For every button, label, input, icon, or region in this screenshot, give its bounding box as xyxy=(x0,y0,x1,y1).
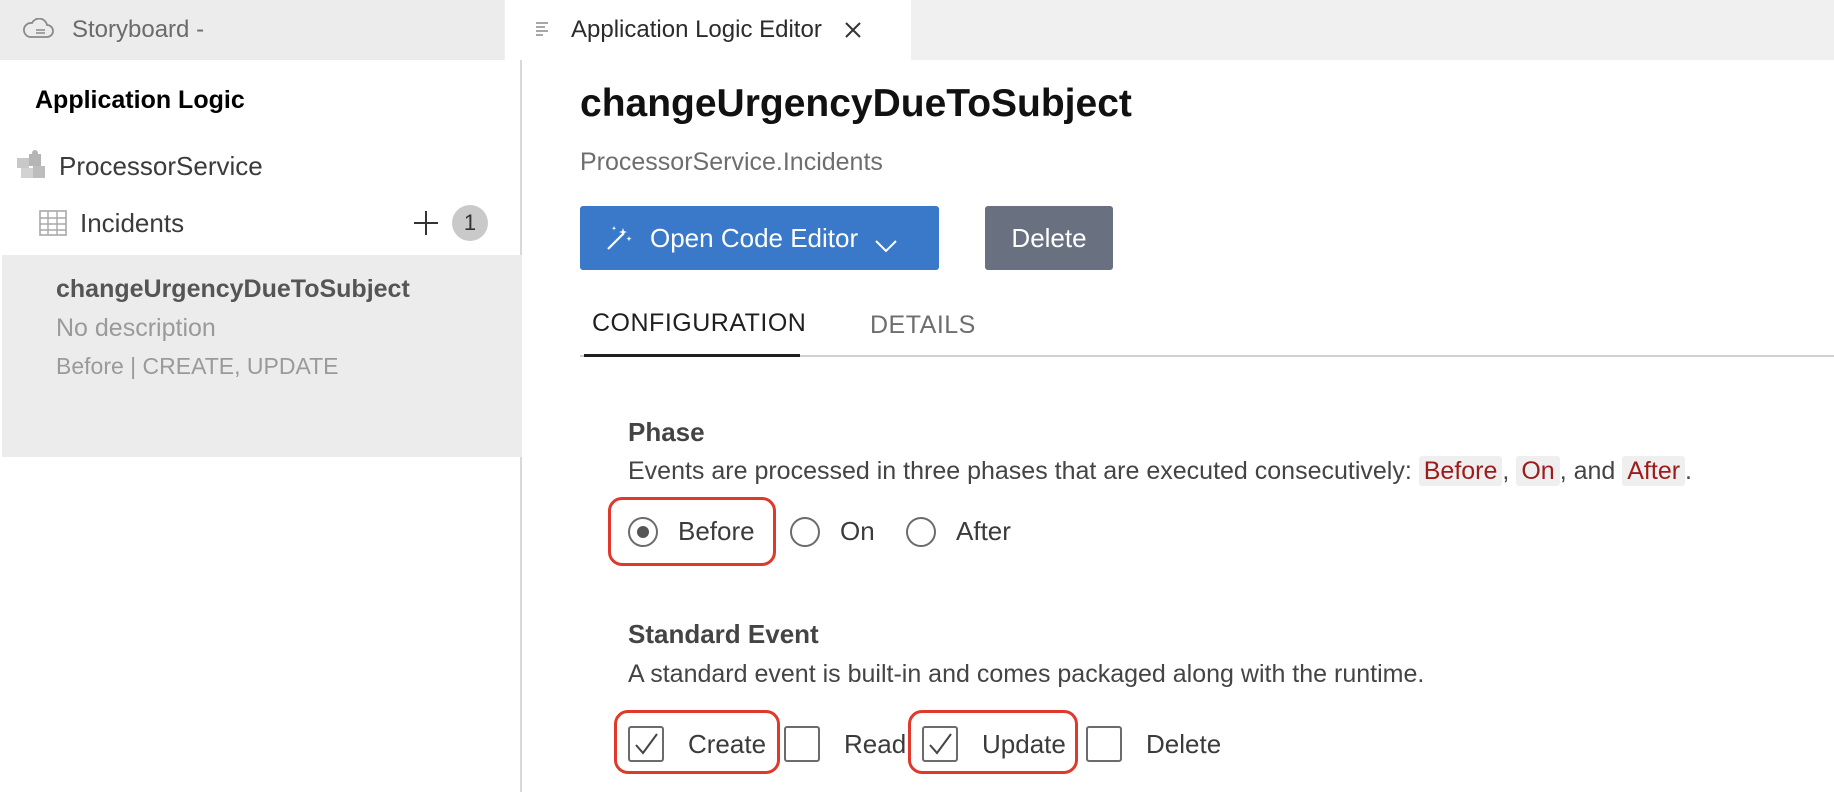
magic-wand-icon xyxy=(604,223,634,253)
checkbox-create-label: Create xyxy=(688,728,767,759)
phase-description: Events are processed in three phases tha… xyxy=(628,456,1692,486)
logic-item-name: changeUrgencyDueToSubject xyxy=(56,275,410,303)
logic-item-description: No description xyxy=(56,314,216,342)
checkmark-icon xyxy=(635,733,658,755)
standard-event-heading: Standard Event xyxy=(628,619,819,649)
checkbox-update-label: Update xyxy=(982,728,1066,759)
editor-tab-bar: Storyboard - Application Logic Editor xyxy=(0,0,1834,60)
logic-item-events: Before | CREATE, UPDATE xyxy=(56,353,339,379)
code-after: After xyxy=(1622,456,1686,486)
page-subtitle: ProcessorService.Incidents xyxy=(580,148,883,176)
phase-radio-after[interactable]: After xyxy=(906,516,1011,547)
checkbox-read-control[interactable] xyxy=(784,726,820,762)
checkbox-read-label: Read xyxy=(844,728,907,759)
open-code-editor-button[interactable]: Open Code Editor xyxy=(580,206,939,270)
tab-storyboard-label: Storyboard - xyxy=(72,16,205,43)
checkbox-update[interactable]: Update xyxy=(922,726,1066,762)
checkbox-delete-label: Delete xyxy=(1146,728,1222,759)
logic-editor-main: changeUrgencyDueToSubject ProcessorServi… xyxy=(524,60,1834,792)
sidebar-service-item[interactable]: ProcessorService xyxy=(15,148,263,184)
tab-application-logic-editor[interactable]: Application Logic Editor xyxy=(505,0,911,60)
sidebar-logic-item[interactable]: changeUrgencyDueToSubject No description… xyxy=(2,255,522,457)
plus-icon[interactable] xyxy=(410,207,442,239)
editor-section-tabs: CONFIGURATION DETAILS xyxy=(580,293,1834,357)
editor-lines-icon xyxy=(535,18,553,42)
radio-after-control[interactable] xyxy=(906,516,936,547)
entity-count-badge: 1 xyxy=(452,205,488,241)
sidebar-entity-label: Incidents xyxy=(80,207,185,238)
checkbox-create[interactable]: Create xyxy=(628,726,766,762)
phase-heading: Phase xyxy=(628,417,705,447)
puzzle-icon xyxy=(15,150,49,182)
application-logic-sidebar: Application Logic ProcessorService Incid… xyxy=(0,60,522,792)
phase-radio-before[interactable]: Before xyxy=(628,516,755,547)
chevron-down-icon[interactable] xyxy=(874,230,898,253)
page-title: changeUrgencyDueToSubject xyxy=(580,82,1132,125)
open-code-editor-label: Open Code Editor xyxy=(650,222,859,253)
sidebar-entity-item[interactable]: Incidents 1 xyxy=(38,203,488,243)
standard-event-description: A standard event is built-in and comes p… xyxy=(628,660,1425,688)
phase-desc-text: Events are processed in three phases tha… xyxy=(628,457,1419,485)
phase-radio-on[interactable]: On xyxy=(790,516,875,547)
checkbox-delete[interactable]: Delete xyxy=(1086,726,1221,762)
code-on: On xyxy=(1516,456,1560,486)
cloud-storyboard-icon xyxy=(22,18,58,42)
tab-editor-label: Application Logic Editor xyxy=(571,16,822,43)
checkbox-read[interactable]: Read xyxy=(784,726,906,762)
sidebar-title: Application Logic xyxy=(35,86,245,114)
tab-configuration[interactable]: CONFIGURATION xyxy=(584,293,806,357)
checkbox-delete-control[interactable] xyxy=(1086,726,1122,762)
code-before: Before xyxy=(1418,456,1503,486)
radio-after-label: After xyxy=(956,516,1011,546)
sidebar-service-label: ProcessorService xyxy=(59,150,263,181)
checkbox-create-control[interactable] xyxy=(628,726,664,762)
delete-button[interactable]: Delete xyxy=(985,206,1113,270)
checkmark-icon xyxy=(929,733,952,755)
phase-end: . xyxy=(1685,457,1692,485)
checkbox-update-control[interactable] xyxy=(922,726,958,762)
radio-selected-dot xyxy=(637,525,649,538)
radio-before-control[interactable] xyxy=(628,516,658,547)
close-icon[interactable] xyxy=(842,19,864,41)
radio-on-label: On xyxy=(840,516,875,546)
tab-storyboard[interactable]: Storyboard - xyxy=(0,0,504,60)
table-icon xyxy=(38,208,68,238)
radio-before-label: Before xyxy=(678,516,755,546)
radio-on-control[interactable] xyxy=(790,516,820,547)
tab-details[interactable]: DETAILS xyxy=(870,293,976,357)
phase-sep-1: , xyxy=(1502,457,1510,485)
phase-sep-2: , and xyxy=(1559,457,1616,485)
